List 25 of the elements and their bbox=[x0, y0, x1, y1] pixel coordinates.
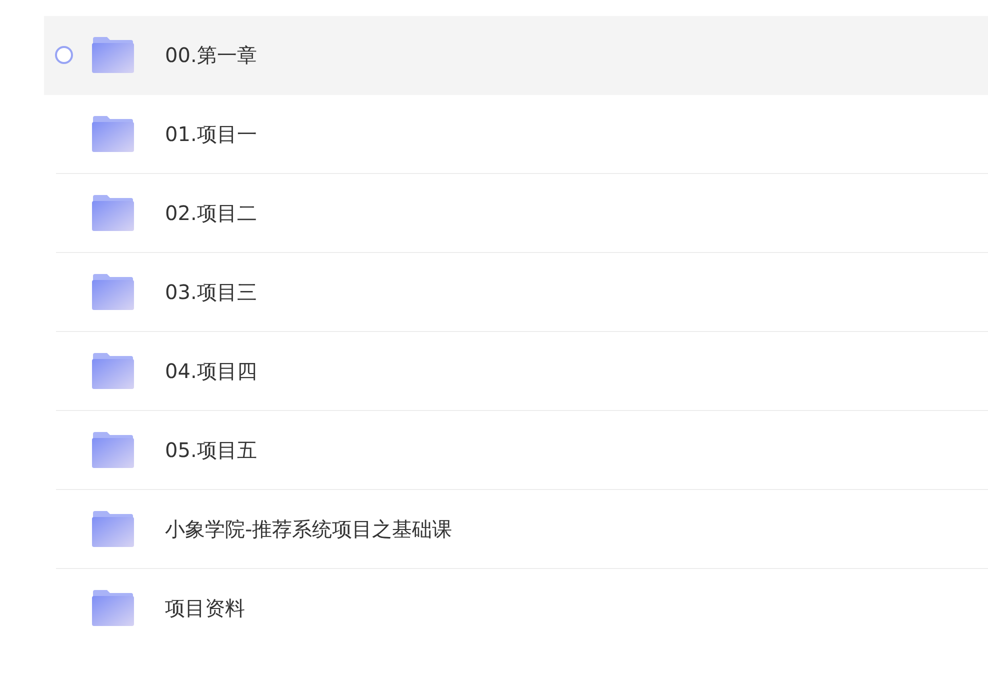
folder-name: 00.第一章 bbox=[165, 42, 257, 68]
folder-row[interactable]: 03.项目三 bbox=[56, 253, 988, 332]
folder-icon bbox=[91, 115, 135, 153]
folder-name: 05.项目五 bbox=[165, 436, 257, 464]
folder-icon bbox=[91, 273, 135, 311]
folder-icon bbox=[91, 352, 135, 390]
select-radio[interactable] bbox=[55, 46, 73, 64]
folder-row[interactable]: 04.项目四 bbox=[56, 332, 988, 411]
folder-icon bbox=[91, 589, 135, 627]
folder-icon bbox=[91, 510, 135, 548]
folder-name: 项目资料 bbox=[165, 594, 245, 622]
folder-icon bbox=[91, 431, 135, 469]
folder-name: 02.项目二 bbox=[165, 200, 257, 226]
folder-row[interactable]: 小象学院-推荐系统项目之基础课 bbox=[56, 490, 988, 569]
folder-row[interactable]: 05.项目五 bbox=[56, 411, 988, 490]
folder-icon bbox=[91, 194, 135, 232]
folder-row[interactable]: 02.项目二 bbox=[56, 174, 988, 253]
folder-row[interactable]: 00.第一章 bbox=[44, 16, 988, 95]
folder-name: 01.项目一 bbox=[165, 120, 257, 148]
folder-name: 04.项目四 bbox=[165, 358, 257, 384]
folder-name: 03.项目三 bbox=[165, 278, 257, 306]
folder-row[interactable]: 01.项目一 bbox=[56, 95, 988, 174]
folder-name: 小象学院-推荐系统项目之基础课 bbox=[165, 516, 452, 542]
folder-row[interactable]: 项目资料 bbox=[56, 569, 988, 647]
folder-icon bbox=[91, 36, 135, 74]
